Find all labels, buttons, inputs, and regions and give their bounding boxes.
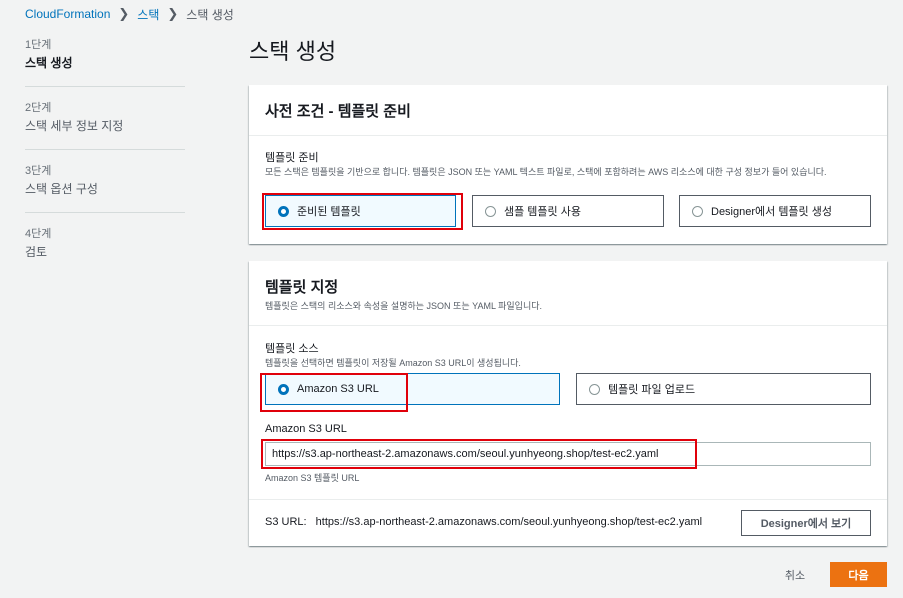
source-s3-url[interactable]: Amazon S3 URL (265, 373, 560, 405)
wizard-step-3: 3단계 스택 옵션 구성 (25, 164, 185, 213)
prereq-panel: 사전 조건 - 템플릿 준비 템플릿 준비 모든 스택은 템플릿을 기반으로 합… (249, 85, 887, 244)
prepare-template-field: 템플릿 준비 모든 스택은 템플릿을 기반으로 합니다. 템플릿은 JSON 또… (265, 149, 871, 178)
option-label: 준비된 템플릿 (297, 206, 361, 218)
page-title: 스택 생성 (249, 39, 337, 64)
template-source-field: 템플릿 소스 템플릿을 선택하면 템플릿이 저장될 Amazon S3 URL이… (265, 340, 871, 369)
breadcrumb-stacks-link[interactable]: 스택 (137, 6, 159, 23)
panel-title: 템플릿 지정 (265, 279, 339, 296)
wizard-steps: 1단계 스택 생성 2단계 스택 세부 정보 지정 3단계 스택 옵션 구성 4… (25, 38, 185, 289)
option-label: Amazon S3 URL (297, 383, 379, 395)
next-button[interactable]: 다음 (830, 562, 887, 587)
step-number: 3단계 (25, 165, 52, 177)
wizard-step-1: 1단계 스택 생성 (25, 38, 185, 87)
step-number: 2단계 (25, 102, 52, 114)
source-upload-file[interactable]: 템플릿 파일 업로드 (576, 373, 871, 405)
wizard-step-2: 2단계 스택 세부 정보 지정 (25, 101, 185, 150)
chevron-right-icon: ❯ (118, 6, 130, 21)
step-label: 스택 세부 정보 지정 (25, 119, 124, 133)
breadcrumb-current: 스택 생성 (186, 7, 234, 22)
field-hint: Amazon S3 템플릿 URL (265, 473, 360, 483)
cancel-button[interactable]: 취소 (772, 562, 818, 587)
radio-icon[interactable] (485, 205, 496, 217)
radio-icon[interactable] (692, 205, 703, 217)
s3-url-summary: S3 URL: https://s3.ap-northeast-2.amazon… (265, 516, 702, 528)
option-label: 샘플 템플릿 사용 (504, 206, 581, 218)
s3-url-summary-value: https://s3.ap-northeast-2.amazonaws.com/… (315, 516, 703, 528)
s3-url-input[interactable] (265, 442, 871, 466)
wizard-step-4: 4단계 검토 (25, 227, 185, 275)
field-description: 모든 스택은 템플릿을 기반으로 합니다. 템플릿은 JSON 또는 YAML … (265, 167, 827, 177)
step-number: 4단계 (25, 228, 52, 240)
panel-description: 템플릿은 스택의 리소스와 속성을 설명하는 JSON 또는 YAML 파일입니… (265, 301, 543, 311)
radio-icon[interactable] (589, 383, 600, 395)
panel-footer-divider (249, 499, 887, 500)
breadcrumb: CloudFormation ❯ 스택 ❯ 스택 생성 (25, 6, 234, 22)
option-label: Designer에서 템플릿 생성 (711, 206, 832, 218)
field-label: Amazon S3 URL (265, 423, 347, 435)
step-number: 1단계 (25, 39, 52, 51)
option-sample-template[interactable]: 샘플 템플릿 사용 (472, 195, 664, 227)
step-label: 스택 생성 (25, 56, 73, 70)
field-label: 템플릿 준비 (265, 152, 319, 164)
breadcrumb-cloudformation-link[interactable]: CloudFormation (25, 7, 110, 21)
chevron-right-icon: ❯ (167, 6, 179, 21)
field-description: 템플릿을 선택하면 템플릿이 저장될 Amazon S3 URL이 생성됩니다. (265, 358, 521, 368)
radio-selected-icon[interactable] (278, 205, 289, 217)
step-label: 스택 옵션 구성 (25, 182, 98, 196)
option-label: 템플릿 파일 업로드 (608, 384, 696, 396)
step-label: 검토 (25, 245, 48, 259)
radio-selected-icon[interactable] (278, 383, 289, 395)
view-in-designer-button[interactable]: Designer에서 보기 (741, 510, 871, 536)
template-spec-panel: 템플릿 지정 템플릿은 스택의 리소스와 속성을 설명하는 JSON 또는 YA… (249, 261, 887, 546)
field-label: 템플릿 소스 (265, 343, 319, 355)
s3-url-summary-label: S3 URL: (265, 516, 307, 528)
option-designer-template[interactable]: Designer에서 템플릿 생성 (679, 195, 871, 227)
panel-header: 템플릿 지정 템플릿은 스택의 리소스와 속성을 설명하는 JSON 또는 YA… (249, 261, 887, 326)
panel-header: 사전 조건 - 템플릿 준비 (249, 85, 887, 136)
option-template-ready[interactable]: 준비된 템플릿 (265, 195, 456, 227)
panel-title: 사전 조건 - 템플릿 준비 (265, 103, 411, 120)
